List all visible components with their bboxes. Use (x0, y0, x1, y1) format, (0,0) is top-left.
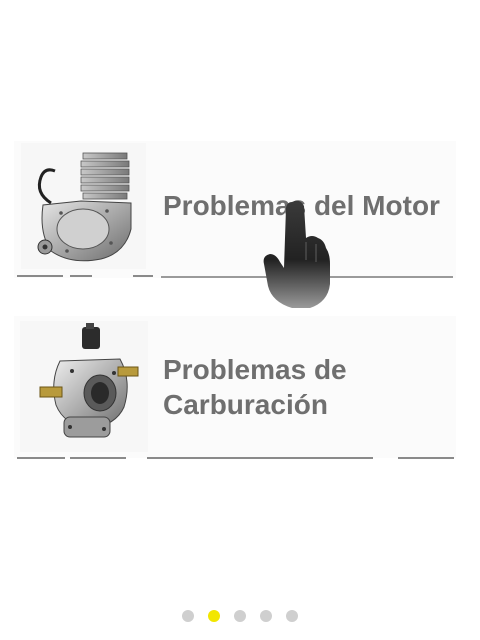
card-carburetor-divider (17, 457, 65, 459)
card-carburetor-divider (70, 457, 126, 459)
page-dot[interactable] (286, 610, 298, 622)
carburetor-icon (39, 323, 139, 438)
page-dot-active[interactable] (208, 610, 220, 622)
card-carburetor-divider (147, 457, 373, 459)
card-carburetor-divider (398, 457, 454, 459)
page-dot[interactable] (234, 610, 246, 622)
engine-icon (37, 152, 132, 262)
page-dot[interactable] (260, 610, 272, 622)
page-indicator (0, 610, 480, 622)
engine-image (21, 143, 146, 269)
carburetor-image (20, 321, 148, 452)
app-screen: Problemas del Motor Problemas de Carbura… (0, 0, 480, 640)
hand-pointer-icon (263, 200, 330, 308)
page-dot[interactable] (182, 610, 194, 622)
card-motor-divider (70, 275, 92, 277)
card-carburetor-problems[interactable]: Problemas de Carburación (14, 316, 456, 458)
card-motor-problems[interactable]: Problemas del Motor (14, 141, 456, 278)
tap-hint-overlay (262, 198, 332, 310)
card-motor-divider (133, 275, 153, 277)
card-motor-divider (17, 275, 63, 277)
card-title-carburetor-line2: Carburación (163, 389, 328, 420)
card-title-carburetor-line1: Problemas de (163, 354, 347, 385)
card-title-carburetor: Problemas de Carburación (163, 352, 347, 422)
